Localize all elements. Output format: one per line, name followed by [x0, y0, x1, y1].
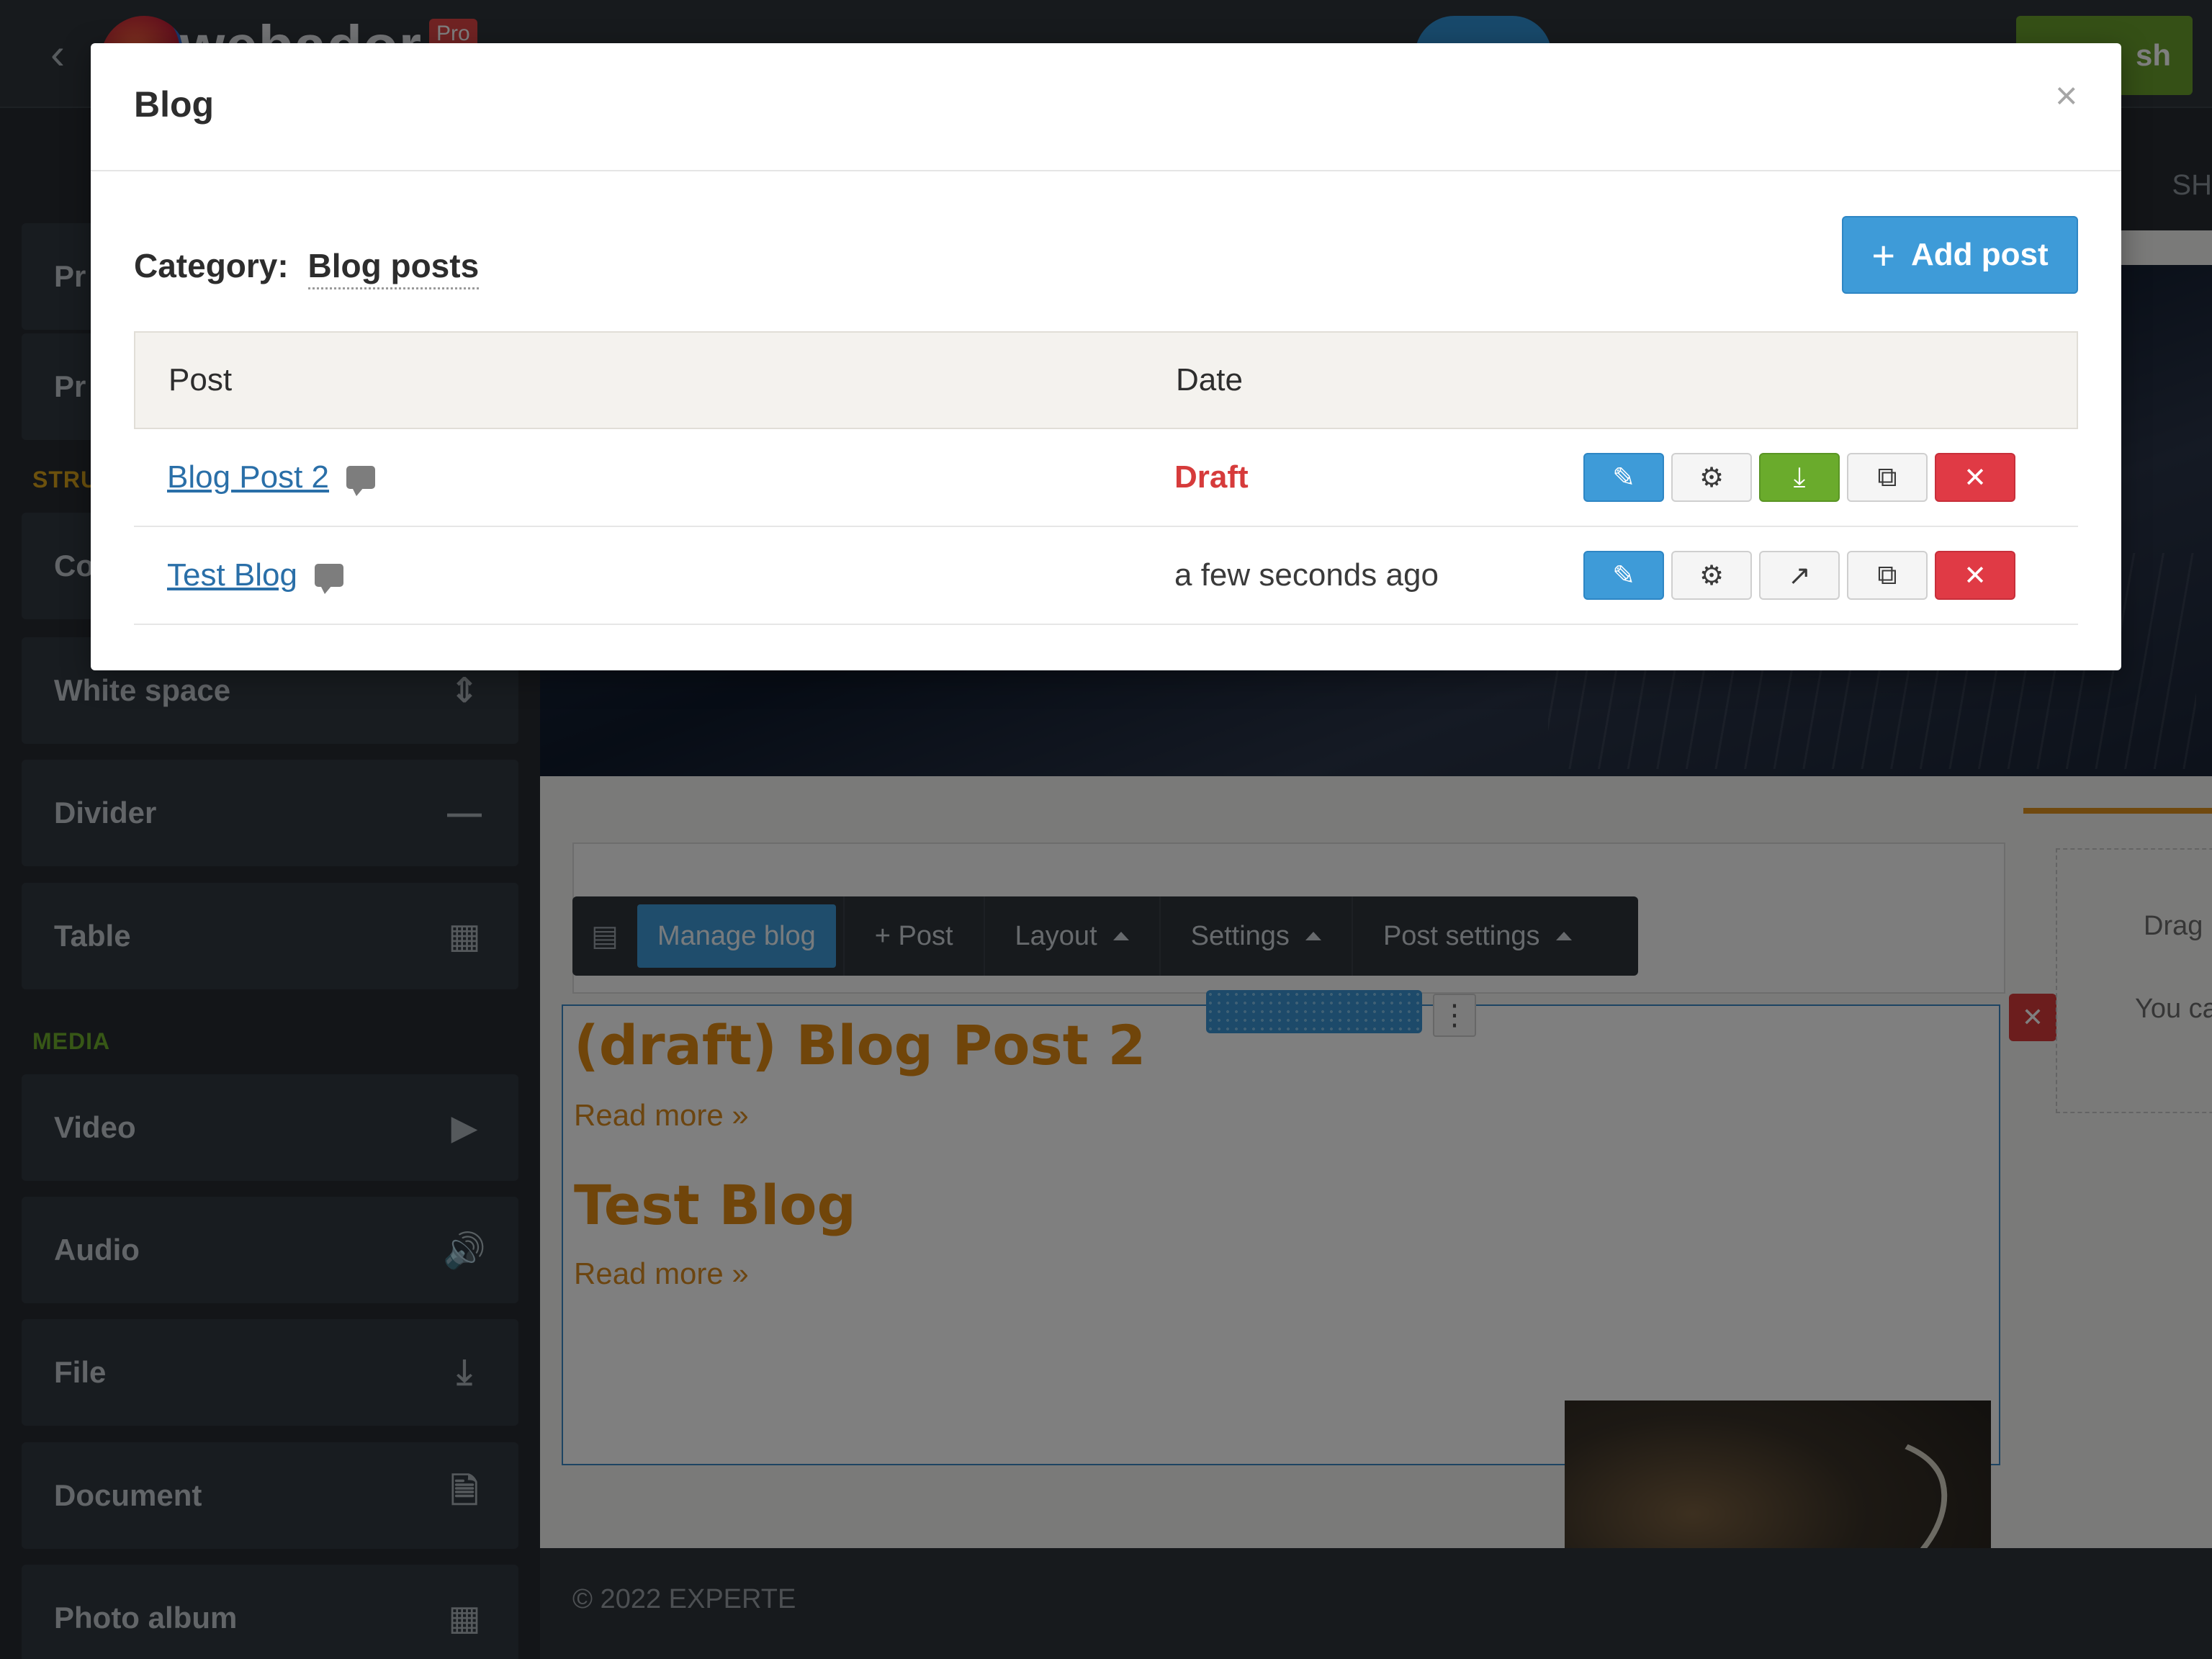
- post-date: a few seconds ago: [1174, 557, 1439, 593]
- table-header: Post Date: [134, 331, 2078, 429]
- settings-gear-icon[interactable]: ⚙: [1671, 551, 1752, 600]
- settings-gear-icon[interactable]: ⚙: [1671, 453, 1752, 502]
- publish-download-icon[interactable]: ⤓: [1759, 453, 1840, 502]
- duplicate-icon[interactable]: ⧉: [1847, 453, 1928, 502]
- row-actions: ✎ ⚙ ↗ ⧉ ✕: [1583, 551, 2015, 600]
- modal-title: Blog: [134, 84, 215, 125]
- comment-icon[interactable]: [314, 564, 343, 594]
- add-post-button[interactable]: + Add post: [1842, 216, 2078, 294]
- delete-x-icon[interactable]: ✕: [1935, 453, 2015, 502]
- close-icon[interactable]: ×: [2055, 73, 2078, 118]
- row-actions: ✎ ⚙ ⤓ ⧉ ✕: [1583, 453, 2015, 502]
- edit-pencil-icon[interactable]: ✎: [1583, 551, 1664, 600]
- column-header-date: Date: [1176, 362, 1243, 397]
- posts-table: Post Date Blog Post 2 Draft ✎ ⚙ ⤓ ⧉ ✕ Te…: [134, 331, 2078, 625]
- modal-header: Blog ×: [91, 43, 2121, 171]
- column-header-post: Post: [168, 362, 233, 397]
- category-label: Category:: [134, 247, 289, 284]
- duplicate-icon[interactable]: ⧉: [1847, 551, 1928, 600]
- blog-modal: Blog × Category: Blog posts + Add post P…: [91, 43, 2121, 670]
- post-status-draft: Draft: [1174, 459, 1249, 495]
- category-select[interactable]: Blog posts: [307, 247, 480, 289]
- external-link-icon[interactable]: ↗: [1759, 551, 1840, 600]
- post-link[interactable]: Blog Post 2: [167, 459, 329, 495]
- post-link[interactable]: Test Blog: [167, 557, 297, 593]
- plus-icon: +: [1871, 232, 1896, 278]
- table-row: Test Blog a few seconds ago ✎ ⚙ ↗ ⧉ ✕: [134, 527, 2078, 625]
- delete-x-icon[interactable]: ✕: [1935, 551, 2015, 600]
- table-row: Blog Post 2 Draft ✎ ⚙ ⤓ ⧉ ✕: [134, 429, 2078, 527]
- comment-icon[interactable]: [346, 466, 376, 496]
- edit-pencil-icon[interactable]: ✎: [1583, 453, 1664, 502]
- category-row: Category: Blog posts: [134, 246, 480, 289]
